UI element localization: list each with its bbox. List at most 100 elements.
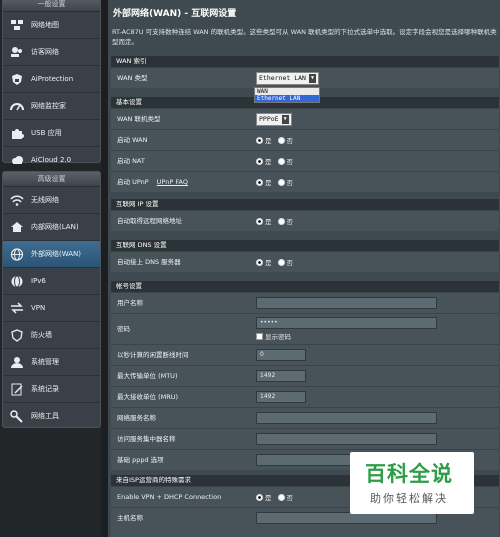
enable-upnp-row: 启动 UPnP UPnP FAQ 是 否 (111, 171, 499, 192)
dropdown-option-ethernet-lan[interactable]: Ethernet LAN (255, 95, 319, 102)
yes-label: 是 (265, 259, 272, 267)
idle-time-row: 以秒计算的闲置断线时间 0 (111, 344, 499, 365)
no-label: 否 (286, 218, 294, 226)
show-password-checkbox[interactable] (256, 332, 263, 340)
password-row: 密码 ••••• 显示密码 (111, 313, 499, 344)
sidebar-item-administration[interactable]: 系统管理 (3, 349, 100, 376)
log-pencil-icon (8, 381, 26, 397)
sidebar-item-lan[interactable]: 内部网络(LAN) (3, 214, 100, 241)
section-title: 帐号设置 (111, 281, 499, 292)
globe-icon (8, 246, 26, 262)
vpn-dhcp-label: Enable VPN + DHCP Connection (117, 493, 222, 501)
auto-dns-row: 自动接上 DNS 服务器 是 否 (111, 251, 499, 272)
firewall-shield-icon (8, 327, 26, 343)
conn-type-select[interactable]: PPPoE ▼ (256, 112, 292, 126)
sidebar-item-label: AiProtection (31, 75, 74, 83)
chevron-down-icon: ▼ (308, 73, 316, 83)
auto-dns-yes-radio[interactable] (256, 258, 263, 266)
wan-type-select[interactable]: Ethernet LAN ▼ (256, 71, 319, 85)
sidebar-item-ipv6[interactable]: IPv6 (3, 268, 100, 295)
upnp-faq-link[interactable]: UPnP FAQ (157, 178, 188, 186)
auto-ip-no-radio[interactable] (277, 217, 285, 225)
tools-wrench-icon (8, 408, 26, 424)
advanced-group: 高级设置 无线网络 内部网络(LAN) 外部网络(WAN) IPv6 VPN 防… (2, 171, 101, 428)
sidebar-item-label: 网络地图 (31, 21, 59, 29)
enable-wan-no-radio[interactable] (277, 136, 285, 144)
idle-time-label: 以秒计算的闲置断线时间 (117, 351, 189, 359)
sidebar-item-usb[interactable]: USB 应用 (3, 120, 100, 147)
sidebar-item-guest-network[interactable]: 访客网络 (3, 39, 100, 66)
no-label: 否 (286, 158, 294, 166)
password-input[interactable]: ••••• (256, 317, 437, 329)
home-icon (8, 219, 26, 235)
advanced-group-title: 高级设置 (3, 172, 100, 187)
mru-input[interactable]: 1492 (256, 391, 306, 403)
enable-upnp-no-radio[interactable] (277, 178, 285, 186)
no-label: 否 (286, 259, 294, 267)
watermark-subtitle: 助你轻松解决 (370, 492, 448, 505)
mru-row: 最大接收单位 (MRU) 1492 (111, 386, 499, 407)
service-name-input[interactable] (256, 412, 437, 424)
sidebar-item-label: 网络工具 (31, 412, 59, 420)
ipv6-globe-icon (8, 273, 26, 289)
sidebar-item-label: VPN (31, 304, 46, 312)
enable-nat-label: 启动 NAT (117, 157, 145, 165)
sidebar-item-label: 访客网络 (31, 48, 59, 56)
dns-settings-section: 互联网 DNS 设置 自动接上 DNS 服务器 是 否 (111, 240, 499, 272)
no-label: 否 (286, 137, 294, 145)
sidebar-item-label: 外部网络(WAN) (31, 250, 82, 258)
enable-nat-row: 启动 NAT 是 否 (111, 150, 499, 171)
admin-user-icon (8, 354, 26, 370)
enable-nat-yes-radio[interactable] (256, 157, 263, 165)
password-label: 密码 (117, 325, 130, 333)
pppd-options-label: 基础 pppd 选项 (117, 456, 164, 464)
mtu-input[interactable]: 1492 (256, 370, 306, 382)
sidebar-item-vpn[interactable]: VPN (3, 295, 100, 322)
basic-settings-section: 基本设置 WAN 联机类型 PPPoE ▼ 启动 WAN 是否 启动 NAT 是否… (111, 97, 499, 192)
sidebar-item-network-map[interactable]: 网络地图 (3, 12, 100, 39)
auto-dns-label: 自动接上 DNS 服务器 (117, 258, 181, 266)
sidebar-item-label: 无线网络 (31, 196, 59, 204)
auto-ip-label: 自动取得远程网络地址 (117, 217, 182, 225)
wan-type-value: Ethernet LAN (259, 73, 306, 82)
general-group-title: 一般设置 (3, 0, 100, 12)
auto-ip-yes-radio[interactable] (256, 217, 263, 225)
guest-network-icon (8, 44, 26, 60)
vpn-dhcp-no-radio[interactable] (277, 493, 285, 501)
wifi-icon (8, 192, 26, 208)
enable-upnp-yes-radio[interactable] (256, 178, 263, 186)
shield-lock-icon (8, 71, 26, 87)
sidebar-item-aiprotection[interactable]: AiProtection (3, 66, 100, 93)
service-name-row: 网络服务名称 (111, 407, 499, 428)
page-description: RT-AC87U 可支持数种连结 WAN 的联机类型。这些类型可从 WAN 联机… (112, 28, 497, 46)
account-settings-section: 帐号设置 用户名称 密码 ••••• 显示密码 以秒计算的闲置断线时间 0 最大… (111, 281, 499, 470)
section-title: 互联网 DNS 设置 (111, 240, 499, 251)
service-name-label: 网络服务名称 (117, 414, 156, 422)
sidebar-item-traffic-monitor[interactable]: 网络监控家 (3, 93, 100, 120)
vpn-arrows-icon (8, 300, 26, 316)
sidebar-item-label: 内部网络(LAN) (31, 223, 79, 231)
conn-type-value: PPPoE (259, 114, 279, 123)
no-label: 否 (286, 179, 294, 187)
sidebar: 一般设置 网络地图 访客网络 AiProtection 网络监控家 USB 应用… (0, 0, 101, 537)
enable-wan-row: 启动 WAN 是 否 (111, 129, 499, 150)
auto-dns-no-radio[interactable] (277, 258, 285, 266)
idle-time-input[interactable]: 0 (256, 349, 306, 361)
vpn-dhcp-yes-radio[interactable] (256, 493, 263, 501)
sidebar-item-system-log[interactable]: 系统记录 (3, 376, 100, 403)
sidebar-item-wan[interactable]: 外部网络(WAN) (3, 241, 100, 268)
sidebar-item-wireless[interactable]: 无线网络 (3, 187, 100, 214)
mtu-label: 最大传输单位 (MTU) (117, 372, 178, 380)
sidebar-item-firewall[interactable]: 防火墙 (3, 322, 100, 349)
conn-type-row: WAN 联机类型 PPPoE ▼ (111, 108, 499, 129)
enable-wan-yes-radio[interactable] (256, 136, 263, 144)
sidebar-item-label: 防火墙 (31, 331, 52, 339)
enable-nat-no-radio[interactable] (277, 157, 285, 165)
sidebar-item-aicloud[interactable]: AiCloud 2.0 (3, 147, 100, 173)
concentrator-input[interactable] (256, 433, 437, 445)
sidebar-item-network-tools[interactable]: 网络工具 (3, 403, 100, 429)
section-title: WAN 索引 (111, 56, 499, 67)
username-input[interactable] (256, 297, 437, 309)
upnp-label-text: 启动 UPnP (117, 178, 149, 186)
dropdown-option-wan[interactable]: WAN (255, 88, 319, 95)
